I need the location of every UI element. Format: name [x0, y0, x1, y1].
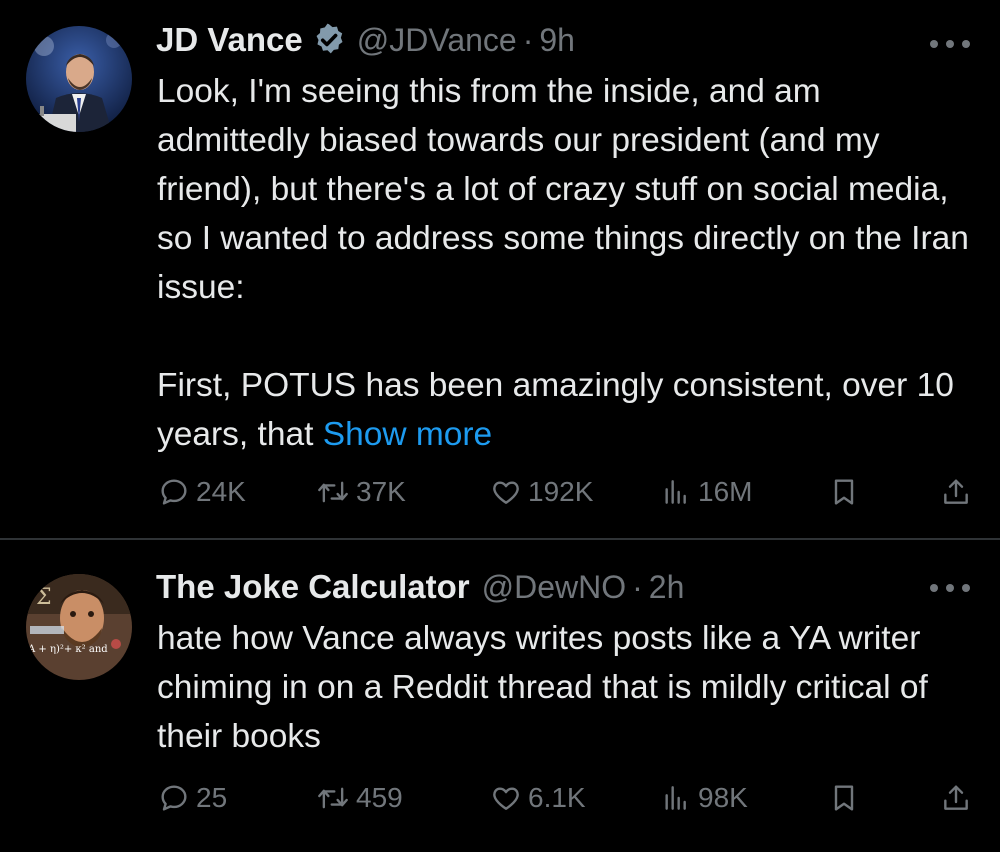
reply-count: 24K: [196, 476, 246, 507]
more-icon[interactable]: [930, 38, 970, 50]
svg-text:Σ: Σ: [36, 585, 52, 610]
like-button[interactable]: 192K: [490, 472, 593, 512]
like-button[interactable]: 6.1K: [490, 778, 586, 818]
bookmark-icon: [834, 785, 854, 811]
retweet-button[interactable]: 37K: [316, 472, 406, 512]
bookmark-button[interactable]: [828, 472, 866, 512]
author-name[interactable]: JD Vance: [156, 21, 303, 59]
share-button[interactable]: [940, 472, 978, 512]
show-more-link[interactable]: Show more: [323, 416, 492, 453]
author-handle[interactable]: @JDVance: [357, 22, 517, 59]
views-count: 16M: [698, 476, 753, 507]
reply-icon: [161, 785, 187, 811]
like-count: 192K: [528, 476, 594, 507]
author-avatar[interactable]: Σ A + η)²+ κ² and: [26, 574, 132, 680]
tweet-text-content: Look, I'm seeing this from the inside, a…: [157, 73, 969, 453]
timestamp[interactable]: 2h: [649, 569, 685, 606]
author-name[interactable]: The Joke Calculator: [156, 568, 470, 606]
bookmark-icon: [834, 479, 854, 505]
retweet-count: 37K: [356, 476, 406, 507]
tweet-text: Look, I'm seeing this from the inside, a…: [157, 67, 977, 459]
bookmark-button[interactable]: [828, 778, 866, 818]
like-icon: [493, 481, 519, 504]
tweet[interactable]: JD Vance @JDVance · 9h Look, I'm seeing …: [0, 0, 1000, 538]
reply-icon: [161, 479, 187, 505]
tweet-header: The Joke Calculator @DewNO · 2h: [156, 564, 684, 610]
share-button[interactable]: [940, 778, 978, 818]
author-avatar[interactable]: [26, 26, 132, 132]
timestamp[interactable]: 9h: [539, 22, 575, 59]
views-icon: [665, 480, 686, 504]
svg-text:A + η)²+ κ² and: A + η)²+ κ² and: [27, 644, 108, 655]
tweet-header: JD Vance @JDVance · 9h: [156, 17, 575, 63]
reply-button[interactable]: 25: [158, 778, 227, 818]
like-icon: [493, 787, 519, 810]
views-icon: [665, 786, 686, 810]
reply-count: 25: [196, 782, 228, 813]
separator-dot: ·: [632, 568, 643, 605]
retweet-count: 459: [356, 782, 403, 813]
verified-badge-icon[interactable]: [311, 22, 347, 58]
retweet-button[interactable]: 459: [316, 778, 403, 818]
retweet-icon: [318, 481, 348, 503]
reply-button[interactable]: 24K: [158, 472, 246, 512]
separator-dot: ·: [522, 21, 534, 58]
retweet-icon: [318, 787, 348, 809]
views-count: 98K: [698, 782, 748, 813]
tweet[interactable]: Σ A + η)²+ κ² and The Joke Calculator @D…: [0, 540, 1000, 852]
author-handle[interactable]: @DewNO: [482, 569, 627, 606]
tweet-actions: 24K 37K 192K 16M: [156, 472, 976, 512]
views-button[interactable]: 98K: [660, 778, 748, 818]
like-count: 6.1K: [528, 782, 586, 813]
views-button[interactable]: 16M: [660, 472, 752, 512]
more-icon[interactable]: [930, 582, 970, 594]
tweet-text-content: hate how Vance always writes posts like …: [157, 620, 928, 755]
share-icon: [944, 785, 968, 810]
tweet-actions: 25 459 6.1K 98K: [156, 778, 976, 818]
share-icon: [944, 479, 968, 504]
tweet-text: hate how Vance always writes posts like …: [157, 614, 977, 761]
